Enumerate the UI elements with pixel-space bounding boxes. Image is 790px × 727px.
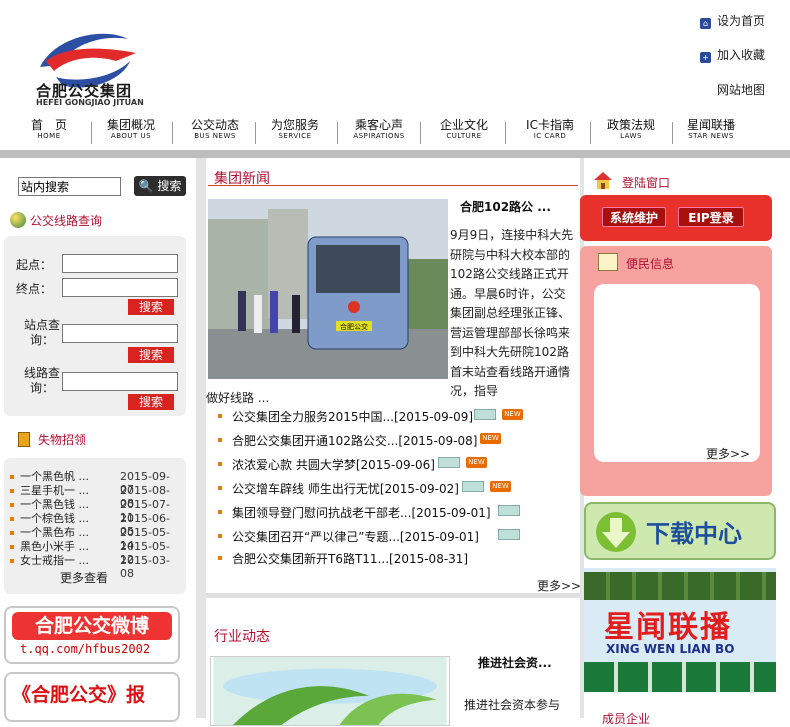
news-list-item[interactable]: 合肥公交集团开通102路公交...[2015-09-08] NEW [218,432,548,448]
star-news-banner[interactable]: 星闻联播 XING WEN LIAN BO [584,568,776,692]
end-input[interactable] [62,278,178,297]
house-icon [592,170,614,190]
eip-login-button[interactable]: EIP登录 [678,207,744,227]
download-arrow-icon [596,512,636,552]
login-title: 登陆窗口 [622,176,671,190]
industry-news-title: 行业动态 [214,629,270,645]
globe-icon [10,212,26,228]
nav-home[interactable]: 首 页 HOME [12,118,86,141]
industry-photo[interactable] [210,656,450,726]
lost-found-panel: 一个黑色帆 ... 2015-09-07 三星手机一 ... 2015-08-08 … [4,458,186,594]
section-divider [206,593,580,598]
route-query-panel: 起点： 终点： 搜索 站点查询： 搜索 线路查询： 搜索 [4,236,186,416]
convenience-info-content [594,284,760,462]
photo-icon [474,409,496,420]
stop-input[interactable] [62,324,178,343]
logo-subtext: HEFEI GONGJIAO JITUAN [36,98,144,107]
route-search-button[interactable]: 搜索 [128,299,174,315]
nav-culture[interactable]: 企业文化 CULTURE [427,118,501,141]
home-icon: ⌂ [700,18,711,29]
add-favorite-link[interactable]: + 加入收藏 [700,46,765,63]
site-search-input[interactable] [18,177,121,196]
svg-text:合肥公交: 合肥公交 [340,322,368,331]
stop-label: 站点查询： [23,318,60,347]
photo-icon [498,505,520,516]
news-list-item[interactable]: 公交增车辟线 师生出行无忧[2015-09-02] NEW [218,480,548,496]
news-list-item[interactable]: 浓浓爱心款 共圆大学梦[2015-09-06] NEW [218,456,548,472]
lost-found-title: 失物招领 [18,431,86,448]
nav-aspirations[interactable]: 乘客心声 ASPIRATIONS [342,118,416,141]
nav-star-news[interactable]: 星闻联播 STAR NEWS [674,118,748,141]
new-badge: NEW [466,457,487,468]
login-panel: 系统维护 EIP登录 [580,195,772,241]
lost-more-link[interactable]: 更多查看 [60,569,108,586]
news-list-item[interactable]: 合肥公交集团新开T6路T11...[2015-08-31] [218,550,548,566]
photo-icon [462,481,484,492]
new-badge: NEW [502,409,523,420]
nav-service[interactable]: 为您服务 SERVICE [258,118,332,141]
bag-icon [18,432,30,447]
route-query-title: 公交线路查询 [10,212,102,229]
industry-lead-body: 推进社会资本参与 [464,698,561,712]
set-home-link[interactable]: ⌂ 设为首页 [700,12,765,29]
member-companies-title: 成员企业 [602,712,651,726]
main-nav: 首 页 HOME 集团概况 ABOUT US 公交动态 BUS NEWS 为您服务 SE… [0,118,790,148]
nav-about[interactable]: 集团概况 ABOUT US [94,118,168,141]
system-maintenance-button[interactable]: 系统维护 [602,207,666,227]
title-underline [208,185,578,186]
column-divider [196,158,206,718]
line-search-button[interactable]: 搜索 [128,394,174,410]
sitemap-link[interactable]: 网站地图 [717,81,765,98]
info-more-link[interactable]: 更多>> [706,445,750,462]
news-list-item[interactable]: 公交集团召开“严以律己”专题...[2015-09-01] [218,528,548,544]
new-badge: NEW [490,481,511,492]
newspaper-banner[interactable]: 《合肥公交》报 [4,672,180,722]
header-divider [0,150,790,158]
stop-search-button[interactable]: 搜索 [128,347,174,363]
line-label: 线路查询： [23,366,60,395]
search-icon: 🔍 [138,179,154,193]
weibo-banner[interactable]: 合肥公交微博 t.qq.com/hfbus2002 [4,606,180,664]
convenience-info-title: 便民信息 [626,257,675,271]
nav-ic-card[interactable]: IC卡指南 IC CARD [513,118,587,141]
news-more-link[interactable]: 更多>> [537,577,581,594]
start-label: 起点： [15,258,52,272]
nav-laws[interactable]: 政策法规 LAWS [594,118,668,141]
download-center-button[interactable]: 下载中心 [584,502,776,560]
nav-bus-news[interactable]: 公交动态 BUS NEWS [178,118,252,141]
line-input[interactable] [62,372,178,391]
photo-icon [438,457,460,468]
lead-news-tail: 做好线路 ... [206,391,270,405]
industry-lead-title[interactable]: 推进社会资... [478,654,552,671]
news-list-item[interactable]: 公交集团全力服务2015中国...[2015-09-09] NEW [218,408,548,424]
new-badge: NEW [480,433,501,444]
news-list-item[interactable]: 集团领导登门慰问抗战老干部老...[2015-09-01] [218,504,548,520]
lead-news-title[interactable]: 合肥102路公 ... [460,198,551,215]
notice-icon [598,253,618,271]
bookmark-icon: + [700,52,711,63]
news-photo[interactable]: 合肥公交 [208,199,448,379]
start-input[interactable] [62,254,178,273]
end-label: 终点： [15,282,52,296]
photo-icon [498,529,520,540]
site-search-button[interactable]: 🔍 搜索 [134,176,186,196]
lead-news-body: 9月9日，连接中科大先研院与中科大校本部的102路公交线路正式开通。早晨6时许，… [450,228,574,398]
